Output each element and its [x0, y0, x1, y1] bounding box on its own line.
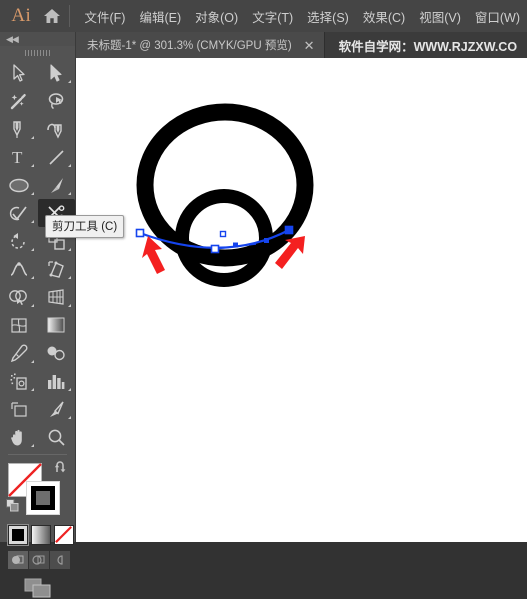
- document-tab[interactable]: 未标题-1* @ 301.3% (CMYK/GPU 预览) ✕: [75, 32, 325, 58]
- tool-more-indicator-icon: [30, 164, 34, 167]
- collapse-icon: ◀◀: [6, 33, 19, 44]
- column-graph-tool[interactable]: [38, 367, 76, 395]
- screen-mode-icon: [24, 578, 50, 598]
- draw-inside-button[interactable]: [50, 551, 70, 569]
- paint-mode-buttons: [7, 524, 74, 546]
- draw-normal-button[interactable]: [8, 551, 28, 569]
- menu-type[interactable]: 文字(T): [245, 4, 300, 29]
- swap-fill-stroke-icon[interactable]: [54, 461, 68, 475]
- anchor-point: [219, 230, 227, 238]
- home-icon[interactable]: [39, 8, 65, 24]
- menu-effect[interactable]: 效果(C): [356, 4, 412, 29]
- menu-item-list: 文件(F) 编辑(E) 对象(O) 文字(T) 选择(S) 效果(C) 视图(V…: [77, 4, 527, 29]
- shape-builder-tool[interactable]: [0, 283, 38, 311]
- pen-tool[interactable]: [0, 115, 38, 143]
- direct-selection-tool[interactable]: [38, 59, 76, 87]
- tool-more-indicator-icon: [30, 192, 34, 195]
- selection-tool[interactable]: [0, 59, 38, 87]
- eyedropper-tool[interactable]: [0, 339, 38, 367]
- symbol-sprayer-tool[interactable]: [0, 367, 38, 395]
- menu-window[interactable]: 窗口(W): [468, 4, 527, 29]
- small-circle-shape: [175, 189, 273, 287]
- gradient-mode-button[interactable]: [31, 525, 51, 545]
- rotate-tool[interactable]: [0, 227, 38, 255]
- color-controls: [0, 459, 75, 598]
- illustrator-window: Ai 文件(F) 编辑(E) 对象(O) 文字(T) 选择(S) 效果(C) 视…: [0, 0, 527, 598]
- stroke-swatch[interactable]: [26, 481, 60, 515]
- color-mode-button[interactable]: [7, 524, 29, 546]
- lasso-tool[interactable]: [38, 87, 76, 115]
- tool-more-indicator-icon: [30, 304, 34, 307]
- stroke-hole-box: [36, 491, 50, 505]
- tool-more-indicator-icon: [30, 444, 34, 447]
- menu-select[interactable]: 选择(S): [300, 4, 356, 29]
- curvature-tool[interactable]: [38, 115, 76, 143]
- menu-edit[interactable]: 编辑(E): [132, 4, 188, 29]
- watermark-text: 软件自学网：WWW.RJZXW.CO: [338, 39, 518, 54]
- toolbar-divider: [8, 454, 67, 455]
- menu-file[interactable]: 文件(F): [77, 4, 132, 29]
- change-screen-mode-button[interactable]: [0, 577, 75, 599]
- slice-tool[interactable]: [38, 395, 76, 423]
- anchor-point: [210, 244, 220, 254]
- line-segment-tool[interactable]: [38, 143, 76, 171]
- tool-more-indicator-icon: [30, 136, 34, 139]
- hand-tool[interactable]: [0, 423, 38, 451]
- document-tab-title: 未标题-1* @ 301.3% (CMYK/GPU 预览): [87, 40, 292, 52]
- tool-more-indicator-icon: [30, 276, 34, 279]
- tool-more-indicator-icon: [30, 388, 34, 391]
- tool-more-indicator-icon: [68, 164, 71, 167]
- panel-drag-handle[interactable]: [0, 46, 75, 59]
- anchor-point: [284, 225, 294, 235]
- paintbrush-tool[interactable]: [38, 171, 76, 199]
- blend-tool[interactable]: [38, 339, 76, 367]
- gradient-tool[interactable]: [38, 311, 76, 339]
- zoom-tool[interactable]: [38, 423, 76, 451]
- tool-grid: T: [0, 59, 75, 451]
- direction-handle-point: [233, 242, 238, 248]
- default-fill-stroke-icon[interactable]: [6, 499, 19, 512]
- watermark-area: 软件自学网：WWW.RJZXW.CO: [325, 32, 525, 58]
- collapse-panel-button[interactable]: ◀◀: [0, 32, 75, 46]
- menu-divider: [68, 5, 70, 27]
- artboard-tool[interactable]: [0, 395, 38, 423]
- svg-text:T: T: [12, 148, 23, 166]
- shaper-tool[interactable]: [0, 199, 38, 227]
- tools-panel: ◀◀ T: [0, 32, 76, 598]
- document-tab-bar: 未标题-1* @ 301.3% (CMYK/GPU 预览) ✕ 软件自学网：WW…: [75, 32, 527, 58]
- direction-handle-point: [264, 238, 269, 243]
- ai-logo: Ai: [11, 5, 32, 26]
- close-icon[interactable]: ✕: [304, 39, 315, 52]
- tool-more-indicator-icon: [68, 416, 71, 419]
- grip-dots-icon: [24, 49, 51, 56]
- tool-more-indicator-icon: [30, 248, 34, 251]
- tool-tooltip: 剪刀工具 (C): [45, 215, 125, 238]
- canvas-artboard[interactable]: [76, 58, 527, 542]
- menu-object[interactable]: 对象(O): [188, 4, 245, 29]
- mesh-tool[interactable]: [0, 311, 38, 339]
- artwork-two-overlapping-circles: [135, 103, 314, 287]
- none-mode-button[interactable]: [54, 525, 74, 545]
- tool-more-indicator-icon: [30, 360, 34, 363]
- menu-bar: Ai 文件(F) 编辑(E) 对象(O) 文字(T) 选择(S) 效果(C) 视…: [0, 0, 527, 32]
- perspective-grid-tool[interactable]: [38, 283, 76, 311]
- ellipse-tool[interactable]: [0, 171, 38, 199]
- tool-more-indicator-icon: [68, 388, 71, 391]
- drawing-mode-buttons: [8, 551, 70, 569]
- tool-more-indicator-icon: [30, 220, 34, 223]
- tool-more-indicator-icon: [68, 276, 71, 279]
- magic-wand-tool[interactable]: [0, 87, 38, 115]
- type-tool[interactable]: T: [0, 143, 38, 171]
- width-tool[interactable]: [0, 255, 38, 283]
- draw-behind-button[interactable]: [29, 551, 49, 569]
- tool-more-indicator-icon: [68, 248, 71, 251]
- tool-more-indicator-icon: [68, 304, 71, 307]
- menu-view[interactable]: 视图(V): [412, 4, 468, 29]
- tool-more-indicator-icon: [68, 192, 71, 195]
- free-transform-tool[interactable]: [38, 255, 76, 283]
- anchor-point: [135, 228, 145, 238]
- tool-more-indicator-icon: [68, 80, 71, 83]
